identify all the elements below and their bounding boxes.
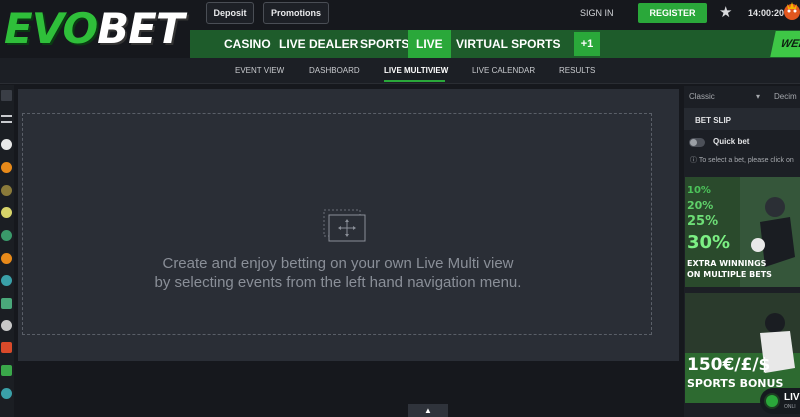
message-line-1: Create and enjoy betting on your own Liv… <box>162 255 514 272</box>
tab-live-multiview[interactable]: LIVE MULTIVIEW <box>384 66 448 75</box>
handball-icon[interactable] <box>1 230 12 241</box>
basketball-icon[interactable] <box>1 162 12 173</box>
esports-icon[interactable] <box>1 253 12 264</box>
quick-bet-toggle[interactable] <box>689 138 705 147</box>
promo-10: 10% <box>687 185 711 196</box>
football-icon[interactable] <box>1 139 12 150</box>
promo-20: 20% <box>687 199 714 212</box>
multiview-move-icon <box>323 209 366 242</box>
sign-in-link[interactable]: SIGN IN <box>580 8 614 18</box>
select-arrow-icon: ▾ <box>756 91 761 101</box>
nav-live-dealer[interactable]: LIVE DEALER <box>279 30 358 58</box>
collapse-sidebar-icon[interactable] <box>1 90 12 101</box>
empty-multiview-message: Create and enjoy betting on your own Liv… <box>23 254 653 292</box>
promo-caption-2: ON MULTIPLE BETS <box>687 270 772 279</box>
betslip-title: BET SLIP <box>684 108 800 130</box>
decimal-select[interactable]: Decim <box>774 88 797 104</box>
more-nav-button[interactable]: +1 <box>574 32 600 56</box>
cricket-icon[interactable] <box>1 365 12 376</box>
favorites-star-icon[interactable]: ★ <box>719 3 732 21</box>
live-label: LIV <box>784 392 800 403</box>
message-line-2: by selecting events from the left hand n… <box>154 274 522 291</box>
sports-sidebar <box>0 85 14 417</box>
live-dot-icon <box>764 393 780 409</box>
ice-hockey-icon[interactable] <box>1 275 12 286</box>
active-tab-underline <box>384 80 445 82</box>
live-online-badge[interactable]: LIV ONLI <box>760 388 800 414</box>
scroll-up-icon[interactable]: ▲ <box>408 404 448 417</box>
multiview-drop-area[interactable]: Create and enjoy betting on your own Liv… <box>22 113 652 335</box>
athletics-icon[interactable] <box>1 342 12 353</box>
rugby-icon[interactable] <box>1 388 12 399</box>
promo-30: 30% <box>687 232 731 253</box>
tab-live-calendar[interactable]: LIVE CALENDAR <box>472 66 535 75</box>
table-tennis-icon[interactable] <box>1 298 12 309</box>
baseball-icon[interactable] <box>1 320 12 331</box>
nav-sports[interactable]: SPORTS <box>360 30 409 58</box>
tab-results[interactable]: RESULTS <box>559 66 595 75</box>
quick-bet-label: Quick bet <box>713 137 750 146</box>
betslip-hint: ⓘ To select a bet, please click on <box>690 157 794 164</box>
odds-format-select[interactable]: Classic <box>689 88 715 104</box>
promotions-button[interactable]: Promotions <box>263 2 329 24</box>
evobet-logo[interactable]: EVOBET <box>4 4 190 54</box>
tab-dashboard[interactable]: DASHBOARD <box>309 66 360 75</box>
menu-icon[interactable] <box>1 115 12 123</box>
volleyball-icon[interactable] <box>1 207 12 218</box>
promo-banner-multiple-bets[interactable]: 10% 20% 25% 30% EXTRA WINNINGS ON MULTIP… <box>685 177 800 287</box>
multiview-panel: Create and enjoy betting on your own Liv… <box>18 89 679 361</box>
nav-casino[interactable]: CASINO <box>224 30 271 58</box>
promo-banner-sports-bonus[interactable]: 150€/£/$ SPORTS BONUS <box>685 293 800 403</box>
betslip-panel: Classic ▾ Decim BET SLIP Quick bet ⓘ To … <box>684 86 800 417</box>
tab-event-view[interactable]: EVENT VIEW <box>235 66 284 75</box>
bonus-amount: 150€/£/$ <box>687 355 771 375</box>
tennis-icon[interactable] <box>1 185 12 196</box>
online-label: ONLI <box>784 404 796 410</box>
bottom-bar <box>18 361 679 417</box>
register-button[interactable]: REGISTER <box>638 3 707 23</box>
nav-live[interactable]: LIVE <box>408 30 451 58</box>
promo-caption-1: EXTRA WINNINGS <box>687 259 767 268</box>
clock: 14:00:20 <box>748 8 785 18</box>
nav-virtual-sports[interactable]: VIRTUAL SPORTS <box>456 30 560 58</box>
deposit-button[interactable]: Deposit <box>206 2 254 24</box>
main-nav: CASINO LIVE DEALER SPORTS LIVE VIRTUAL S… <box>190 30 800 58</box>
weekly-promo-tab[interactable]: WEE <box>770 31 800 57</box>
mascot-icon <box>784 2 800 20</box>
promo-25: 25% <box>687 214 719 229</box>
